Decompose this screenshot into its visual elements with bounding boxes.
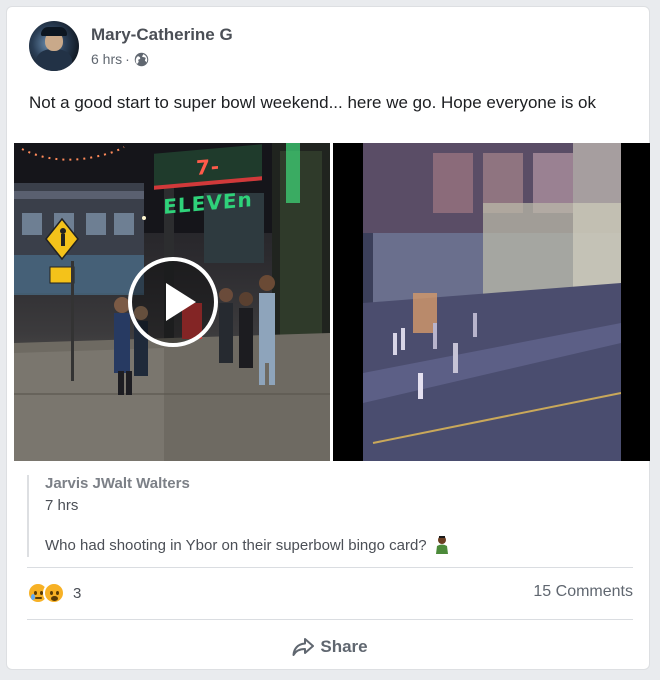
globe-icon[interactable] bbox=[134, 52, 149, 67]
street-scene-right bbox=[333, 143, 650, 461]
post-media: 7-ELEVEn bbox=[14, 143, 650, 461]
play-icon[interactable] bbox=[128, 257, 218, 347]
shared-post[interactable]: Jarvis JWalt Walters 7 hrs Who had shoot… bbox=[27, 475, 633, 557]
avatar[interactable] bbox=[29, 21, 79, 71]
share-arrow-icon bbox=[292, 638, 315, 656]
share-label: Share bbox=[320, 637, 368, 656]
person-emoji-icon bbox=[435, 536, 448, 554]
shared-text-content: Who had shooting in Ybor on their superb… bbox=[45, 536, 427, 554]
shared-timestamp[interactable]: 7 hrs bbox=[45, 497, 78, 514]
avatar-hat bbox=[41, 27, 67, 36]
meta-separator: · bbox=[125, 51, 130, 67]
wow-reaction-icon bbox=[43, 582, 65, 604]
post-meta: 6 hrs · bbox=[91, 51, 149, 67]
divider-bottom bbox=[27, 619, 633, 620]
video-thumbnail-left[interactable]: 7-ELEVEn bbox=[14, 143, 330, 461]
post-card: Mary-Catherine G 6 hrs · Not a good star… bbox=[6, 6, 650, 670]
shared-text: Who had shooting in Ybor on their superb… bbox=[45, 535, 451, 555]
post-author-name[interactable]: Mary-Catherine G bbox=[91, 25, 233, 45]
reaction-count: 3 bbox=[73, 584, 82, 602]
post-timestamp[interactable]: 6 hrs bbox=[91, 51, 122, 67]
avatar-body bbox=[36, 49, 72, 71]
video-thumbnail-right[interactable] bbox=[333, 143, 650, 461]
share-button[interactable]: Share bbox=[27, 627, 633, 667]
comments-count-link[interactable]: 15 Comments bbox=[533, 583, 633, 601]
reactions-summary[interactable]: 3 bbox=[27, 581, 81, 605]
post-text: Not a good start to super bowl weekend..… bbox=[29, 93, 596, 112]
divider-top bbox=[27, 567, 633, 568]
shared-author-name[interactable]: Jarvis JWalt Walters bbox=[45, 475, 190, 492]
